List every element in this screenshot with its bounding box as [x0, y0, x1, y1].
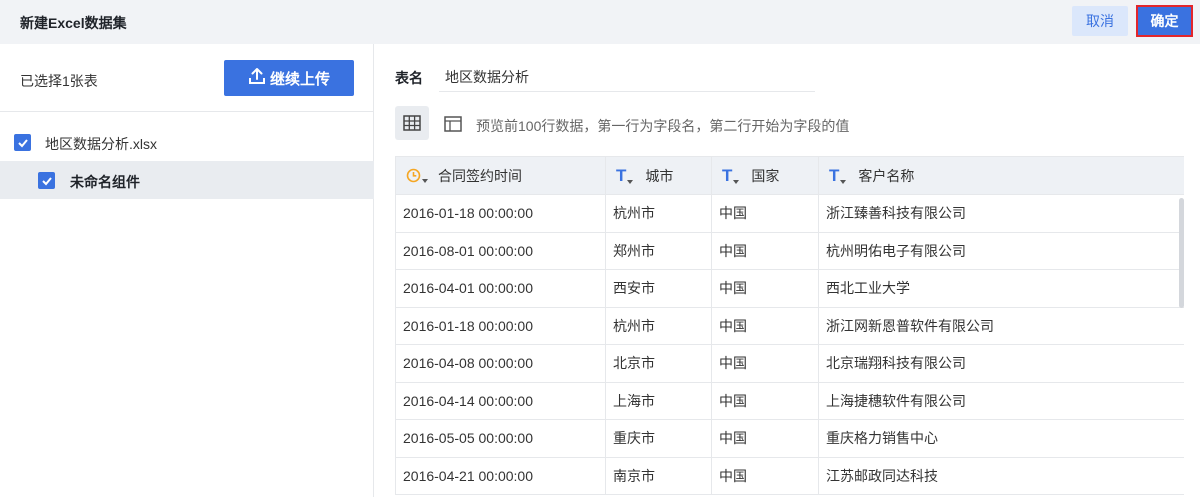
column-header[interactable]: T 客户名称 [818, 156, 1184, 195]
file-item[interactable]: 地区数据分析.xlsx [0, 124, 374, 160]
file-panel: 已选择1张表 继续上传 地区数据分析.xlsx 未命名组件 [0, 44, 374, 497]
table-cell: 杭州明佑电子有限公司 [818, 231, 1184, 270]
check-icon [38, 172, 55, 189]
divider [0, 111, 374, 112]
table-cell: 中国 [711, 456, 819, 495]
table-cell: 2016-08-01 00:00:00 [395, 231, 606, 270]
sheet-checkbox[interactable] [38, 172, 55, 190]
upload-icon [248, 67, 266, 89]
chevron-down-icon [733, 180, 740, 184]
check-icon [14, 134, 31, 151]
column-name: 城市 [645, 167, 674, 184]
cancel-button[interactable]: 取消 [1072, 6, 1128, 36]
field-type-dropdown[interactable]: T [616, 166, 634, 185]
table-cell: 2016-04-01 00:00:00 [395, 269, 606, 308]
table-row: 2016-04-08 00:00:00 北京市 中国 北京瑞翔科技有限公司 [395, 344, 1184, 383]
table-cell: 2016-04-14 00:00:00 [395, 381, 606, 420]
table-cell: 重庆市 [605, 419, 712, 458]
file-name: 地区数据分析.xlsx [45, 136, 157, 152]
table-cell: 浙江臻善科技有限公司 [818, 194, 1184, 233]
clock-icon [406, 168, 421, 183]
table-row: 2016-04-14 00:00:00 上海市 中国 上海捷穗软件有限公司 [395, 381, 1184, 420]
table-cell: 2016-04-21 00:00:00 [395, 456, 606, 495]
chevron-down-icon [422, 179, 428, 183]
table-cell: 西北工业大学 [818, 269, 1184, 308]
sheet-item[interactable]: 未命名组件 [0, 161, 374, 199]
table-cell: 重庆格力销售中心 [818, 419, 1184, 458]
layout-icon [444, 116, 462, 132]
table-row: 2016-01-18 00:00:00 杭州市 中国 浙江网新恩普软件有限公司 [395, 306, 1184, 345]
column-name: 合同签约时间 [438, 167, 522, 184]
table-row: 2016-04-01 00:00:00 西安市 中国 西北工业大学 [395, 269, 1184, 308]
layout-view-button[interactable] [443, 114, 463, 134]
table-cell: 上海捷穗软件有限公司 [818, 381, 1184, 420]
table-row: 2016-01-18 00:00:00 杭州市 中国 浙江臻善科技有限公司 [395, 194, 1184, 233]
text-type-icon: T [722, 166, 733, 185]
preview-panel: 表名 预览前100行数据，第一行为字段名，第二行开始为字段的值 合同签约时间 [375, 44, 1200, 497]
table-cell: 北京市 [605, 344, 712, 383]
table-cell: 2016-01-18 00:00:00 [395, 194, 606, 233]
table-cell: 浙江网新恩普软件有限公司 [818, 306, 1184, 345]
column-header[interactable]: 合同签约时间 [395, 156, 606, 195]
table-cell: 郑州市 [605, 231, 712, 270]
continue-upload-button[interactable]: 继续上传 [224, 60, 354, 96]
preview-hint: 预览前100行数据，第一行为字段名，第二行开始为字段的值 [476, 118, 850, 134]
field-type-dropdown[interactable]: T [722, 166, 740, 185]
table-cell: 上海市 [605, 381, 712, 420]
field-type-dropdown[interactable]: T [829, 166, 847, 185]
upload-label: 继续上传 [269, 70, 330, 88]
table-cell: 中国 [711, 381, 819, 420]
table-cell: 中国 [711, 344, 819, 383]
table-cell: 杭州市 [605, 194, 712, 233]
grid-view-button[interactable] [395, 106, 429, 140]
table-cell: 西安市 [605, 269, 712, 308]
table-cell: 2016-05-05 00:00:00 [395, 419, 606, 458]
file-checkbox[interactable] [14, 134, 31, 152]
table-cell: 中国 [711, 231, 819, 270]
table-cell: 中国 [711, 269, 819, 308]
preview-table: 合同签约时间 T 城市 T 国家 T 客户名称 2016-01-18 00:00… [395, 156, 1184, 497]
text-type-icon: T [616, 166, 627, 185]
table-cell: 中国 [711, 306, 819, 345]
text-type-icon: T [829, 166, 840, 185]
table-header-row: 合同签约时间 T 城市 T 国家 T 客户名称 [395, 156, 1184, 195]
table-name-label: 表名 [395, 70, 423, 86]
table-cell: 中国 [711, 194, 819, 233]
column-name: 客户名称 [858, 167, 915, 184]
table-row: 2016-05-05 00:00:00 重庆市 中国 重庆格力销售中心 [395, 419, 1184, 458]
table-name-input[interactable] [439, 62, 815, 92]
column-name: 国家 [751, 167, 780, 184]
chevron-down-icon [627, 180, 634, 184]
table-row: 2016-04-21 00:00:00 南京市 中国 江苏邮政同达科技 [395, 456, 1184, 495]
table-row: 2016-08-01 00:00:00 郑州市 中国 杭州明佑电子有限公司 [395, 231, 1184, 270]
table-cell: 杭州市 [605, 306, 712, 345]
table-cell: 2016-04-08 00:00:00 [395, 344, 606, 383]
selected-count-label: 已选择1张表 [20, 73, 98, 89]
field-type-dropdown[interactable] [406, 168, 428, 183]
sheet-name: 未命名组件 [70, 174, 140, 190]
column-header[interactable]: T 国家 [711, 156, 819, 195]
dialog-header: 新建Excel数据集 取消 确定 [0, 0, 1200, 44]
chevron-down-icon [840, 180, 847, 184]
vertical-scrollbar[interactable] [1179, 198, 1184, 308]
dialog-title: 新建Excel数据集 [20, 15, 127, 31]
table-cell: 中国 [711, 419, 819, 458]
table-cell: 2016-01-18 00:00:00 [395, 306, 606, 345]
confirm-button[interactable]: 确定 [1136, 5, 1193, 37]
grid-icon [403, 115, 421, 131]
column-header[interactable]: T 城市 [605, 156, 712, 195]
table-cell: 南京市 [605, 456, 712, 495]
table-cell: 北京瑞翔科技有限公司 [818, 344, 1184, 383]
table-cell: 江苏邮政同达科技 [818, 456, 1184, 495]
